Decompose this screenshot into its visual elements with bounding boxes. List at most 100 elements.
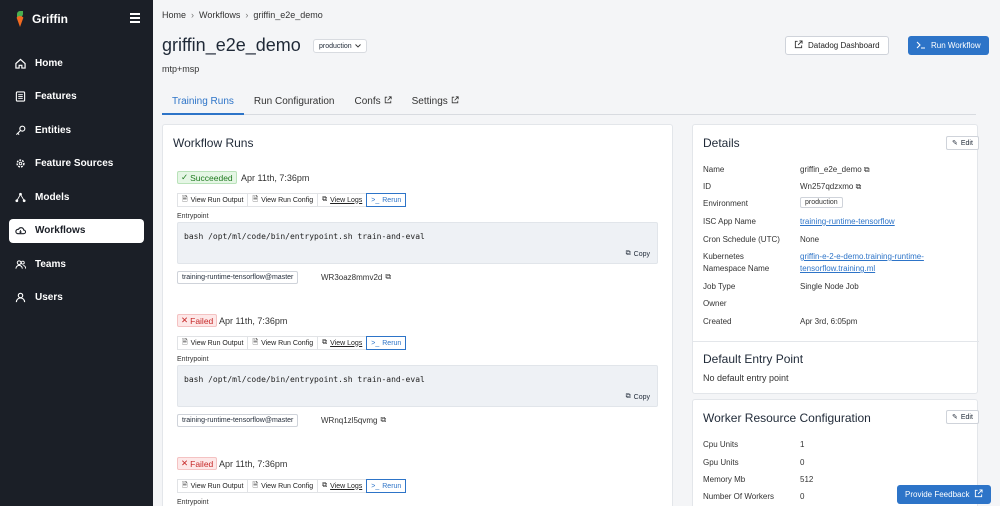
environment-select[interactable]: production xyxy=(313,39,367,53)
view-run-config-button[interactable]: 🗎 View Run Config xyxy=(247,479,318,493)
sidebar-item-teams[interactable]: Teams xyxy=(9,252,144,276)
view-logs-link[interactable]: ⧉ View Logs xyxy=(317,193,367,207)
run-actions: 🗎 View Run Output 🗎 View Run Config ⧉ View … xyxy=(177,336,407,350)
sidebar-item-features[interactable]: Features xyxy=(9,85,144,109)
default-entry-value: No default entry point xyxy=(703,373,789,383)
terminal-icon xyxy=(916,41,926,51)
detail-value-id: Wn257qdzxmo ⧉ xyxy=(800,182,861,192)
check-icon: ✓ xyxy=(181,172,189,182)
detail-label-kubernetes: Kubernetes xyxy=(703,252,744,261)
sidebar-item-label: Workflows xyxy=(35,225,86,236)
tab-confs[interactable]: Confs xyxy=(345,95,402,115)
tab-training-runs[interactable]: Training Runs xyxy=(162,95,244,115)
run-hash: WR3oaz8mmv2d ⧉ xyxy=(321,272,391,282)
workflow-runs-title: Workflow Runs xyxy=(173,136,254,150)
view-run-output-button[interactable]: 🗎 View Run Output xyxy=(177,479,248,493)
copy-icon: ⧉ xyxy=(625,250,631,257)
entrypoint-label: Entrypoint xyxy=(177,499,209,506)
view-run-output-button[interactable]: 🗎 View Run Output xyxy=(177,193,248,207)
sidebar-item-feature-sources[interactable]: Feature Sources xyxy=(9,152,144,176)
view-run-config-button[interactable]: 🗎 View Run Config xyxy=(247,193,318,207)
breadcrumb-workflows[interactable]: Workflows xyxy=(199,10,240,20)
edit-label: Edit xyxy=(960,413,973,421)
namespace-link-cont[interactable]: tensorflow.training.ml xyxy=(800,264,875,273)
namespace-link[interactable]: griffin-e-2-e-demo.training-runtime- xyxy=(800,252,924,261)
view-logs-link[interactable]: ⧉ View Logs xyxy=(317,336,367,350)
action-label: View Run Config xyxy=(261,196,314,204)
run-timestamp: Apr 11th, 7:36pm xyxy=(219,459,288,469)
breadcrumb-home[interactable]: Home xyxy=(162,10,186,20)
sidebar-nav: Home Features Entities Feature Sources M… xyxy=(9,51,144,319)
sidebar-item-entities[interactable]: Entities xyxy=(9,118,144,142)
sidebar-item-models[interactable]: Models xyxy=(9,185,144,209)
file-icon: 🗎 xyxy=(182,338,188,346)
view-logs-link[interactable]: ⧉ View Logs xyxy=(317,479,367,493)
rerun-button[interactable]: >_ Rerun xyxy=(366,479,407,493)
action-label: View Run Output xyxy=(190,339,244,347)
sidebar-item-home[interactable]: Home xyxy=(9,51,144,75)
menu-icon[interactable] xyxy=(130,13,140,23)
workflow-run: ✓ Succeeded Apr 11th, 7:36pm 🗎 View Run O… xyxy=(177,165,660,298)
worker-config-title: Worker Resource Configuration xyxy=(703,411,871,425)
breadcrumb-current: griffin_e2e_demo xyxy=(253,10,323,20)
gear-icon xyxy=(15,158,26,169)
sidebar-item-label: Features xyxy=(35,91,77,102)
copy-button[interactable]: ⧉ Copy xyxy=(626,393,650,401)
pencil-icon: ✎ xyxy=(952,414,958,421)
workflow-runs-card: Workflow Runs ✓ Succeeded Apr 11th, 7:36… xyxy=(162,124,673,506)
detail-label-created: Created xyxy=(703,317,732,326)
page-subtitle: mtp+msp xyxy=(162,64,200,74)
detail-label-id: ID xyxy=(703,182,711,191)
user-icon xyxy=(15,292,26,303)
provide-feedback-button[interactable]: Provide Feedback xyxy=(897,485,992,504)
action-label: Rerun xyxy=(382,196,402,204)
copy-icon[interactable]: ⧉ xyxy=(856,182,862,191)
page-title: griffin_e2e_demo xyxy=(162,35,301,55)
file-icon: 🗎 xyxy=(252,195,259,203)
copy-label: Copy xyxy=(633,393,650,401)
detail-label-namespace: Namespace Name xyxy=(703,264,770,273)
details-card: Details ✎ Edit Name griffin_e2e_demo ⧉ ID… xyxy=(692,124,979,394)
detail-label-job-type: Job Type xyxy=(703,282,736,291)
entrypoint-label: Entrypoint xyxy=(177,356,209,363)
copy-button[interactable]: ⧉ Copy xyxy=(626,250,650,258)
main-content: Home › Workflows › griffin_e2e_demo grif… xyxy=(153,0,1000,506)
rerun-button[interactable]: >_ Rerun xyxy=(366,336,407,350)
sidebar: Griffin Home Features Entities Feature S… xyxy=(0,0,153,506)
worker-edit-button[interactable]: ✎ Edit xyxy=(946,410,979,424)
view-run-output-button[interactable]: 🗎 View Run Output xyxy=(177,336,248,350)
tab-settings[interactable]: Settings xyxy=(402,95,469,115)
copy-icon[interactable]: ⧉ xyxy=(385,272,391,282)
terminal-icon: >_ xyxy=(371,196,380,204)
worker-value-gpu: 0 xyxy=(800,458,805,467)
chevron-right-icon: › xyxy=(191,10,195,20)
external-link-icon xyxy=(451,96,459,115)
worker-value-workers: 0 xyxy=(800,492,805,501)
sidebar-item-users[interactable]: Users xyxy=(9,286,144,310)
action-label: View Logs xyxy=(330,482,363,490)
brand[interactable]: Griffin xyxy=(14,11,68,27)
view-run-config-button[interactable]: 🗎 View Run Config xyxy=(247,336,318,350)
detail-value-text: Wn257qdzxmo xyxy=(800,182,854,191)
isc-app-link[interactable]: training-runtime-tensorflow xyxy=(800,217,895,226)
brand-name: Griffin xyxy=(32,12,68,26)
details-edit-button[interactable]: ✎ Edit xyxy=(946,136,979,150)
worker-label-cpu: Cpu Units xyxy=(703,440,739,449)
x-icon: ✕ xyxy=(181,315,189,325)
copy-icon[interactable]: ⧉ xyxy=(864,165,870,174)
external-link-icon xyxy=(974,489,984,500)
sidebar-item-workflows[interactable]: Workflows xyxy=(9,218,144,243)
copy-icon[interactable]: ⧉ xyxy=(380,415,386,425)
detail-value-job-type: Single Node Job xyxy=(800,282,859,291)
sidebar-item-label: Teams xyxy=(35,258,66,270)
datadog-dashboard-button[interactable]: Datadog Dashboard xyxy=(785,36,889,55)
rerun-button[interactable]: >_ Rerun xyxy=(366,193,407,207)
external-link-icon xyxy=(384,96,392,115)
worker-label-gpu: Gpu Units xyxy=(703,458,739,467)
sidebar-item-label: Entities xyxy=(35,124,72,136)
detail-value-text: griffin_e2e_demo xyxy=(800,165,862,174)
action-label: Rerun xyxy=(382,482,402,490)
edit-label: Edit xyxy=(960,139,973,147)
run-workflow-button[interactable]: Run Workflow xyxy=(908,36,989,55)
tab-run-configuration[interactable]: Run Configuration xyxy=(244,95,345,115)
